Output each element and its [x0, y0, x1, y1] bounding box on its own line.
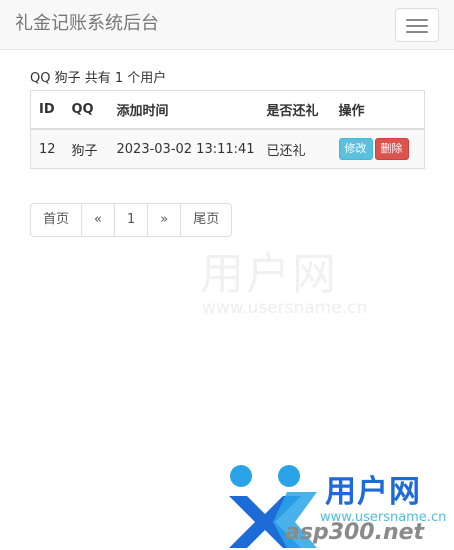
pagination: 首页 « 1 » 尾页: [30, 203, 233, 237]
edit-button[interactable]: 修改: [338, 138, 373, 160]
column-header-returned: 是否还礼: [258, 90, 331, 130]
table-header-row: ID QQ 添加时间 是否还礼 操作: [30, 90, 425, 130]
cell-id: 12: [30, 128, 64, 169]
app-title[interactable]: 礼金记账系统后台: [15, 13, 159, 35]
pagination-prev[interactable]: «: [81, 203, 115, 237]
delete-button[interactable]: 删除: [374, 138, 409, 160]
cell-returned: 已还礼: [258, 128, 331, 169]
background-watermark-text: 用户网: [200, 249, 338, 300]
background-watermark-url: www.usersname.cn: [202, 298, 368, 318]
cell-actions: 修改 删除: [330, 128, 425, 169]
cell-qq: 狗子: [63, 128, 109, 169]
pagination-next[interactable]: »: [147, 203, 182, 237]
users-table: ID QQ 添加时间 是否还礼 操作 12 狗子 2023-03-02 13:1…: [30, 90, 425, 169]
pagination-last[interactable]: 尾页: [180, 203, 233, 237]
cell-added-time: 2023-03-02 13:11:41: [108, 128, 259, 169]
navbar-toggle-button[interactable]: [395, 8, 439, 42]
column-header-id: ID: [30, 90, 64, 130]
column-header-qq: QQ: [63, 90, 109, 130]
pagination-first[interactable]: 首页: [30, 203, 83, 237]
column-header-added-time: 添加时间: [108, 90, 259, 130]
watermark-logo-text: 用户网: [325, 474, 421, 510]
table-row: 12 狗子 2023-03-02 13:11:41 已还礼 修改 删除: [30, 128, 425, 169]
user-count-summary: QQ 狗子 共有 1 个用户: [30, 71, 167, 86]
watermark-logo-domain: asp300.net: [285, 520, 425, 545]
top-navbar: 礼金记账系统后台: [0, 0, 454, 50]
column-header-actions: 操作: [330, 90, 425, 130]
pagination-page-1[interactable]: 1: [113, 203, 149, 237]
